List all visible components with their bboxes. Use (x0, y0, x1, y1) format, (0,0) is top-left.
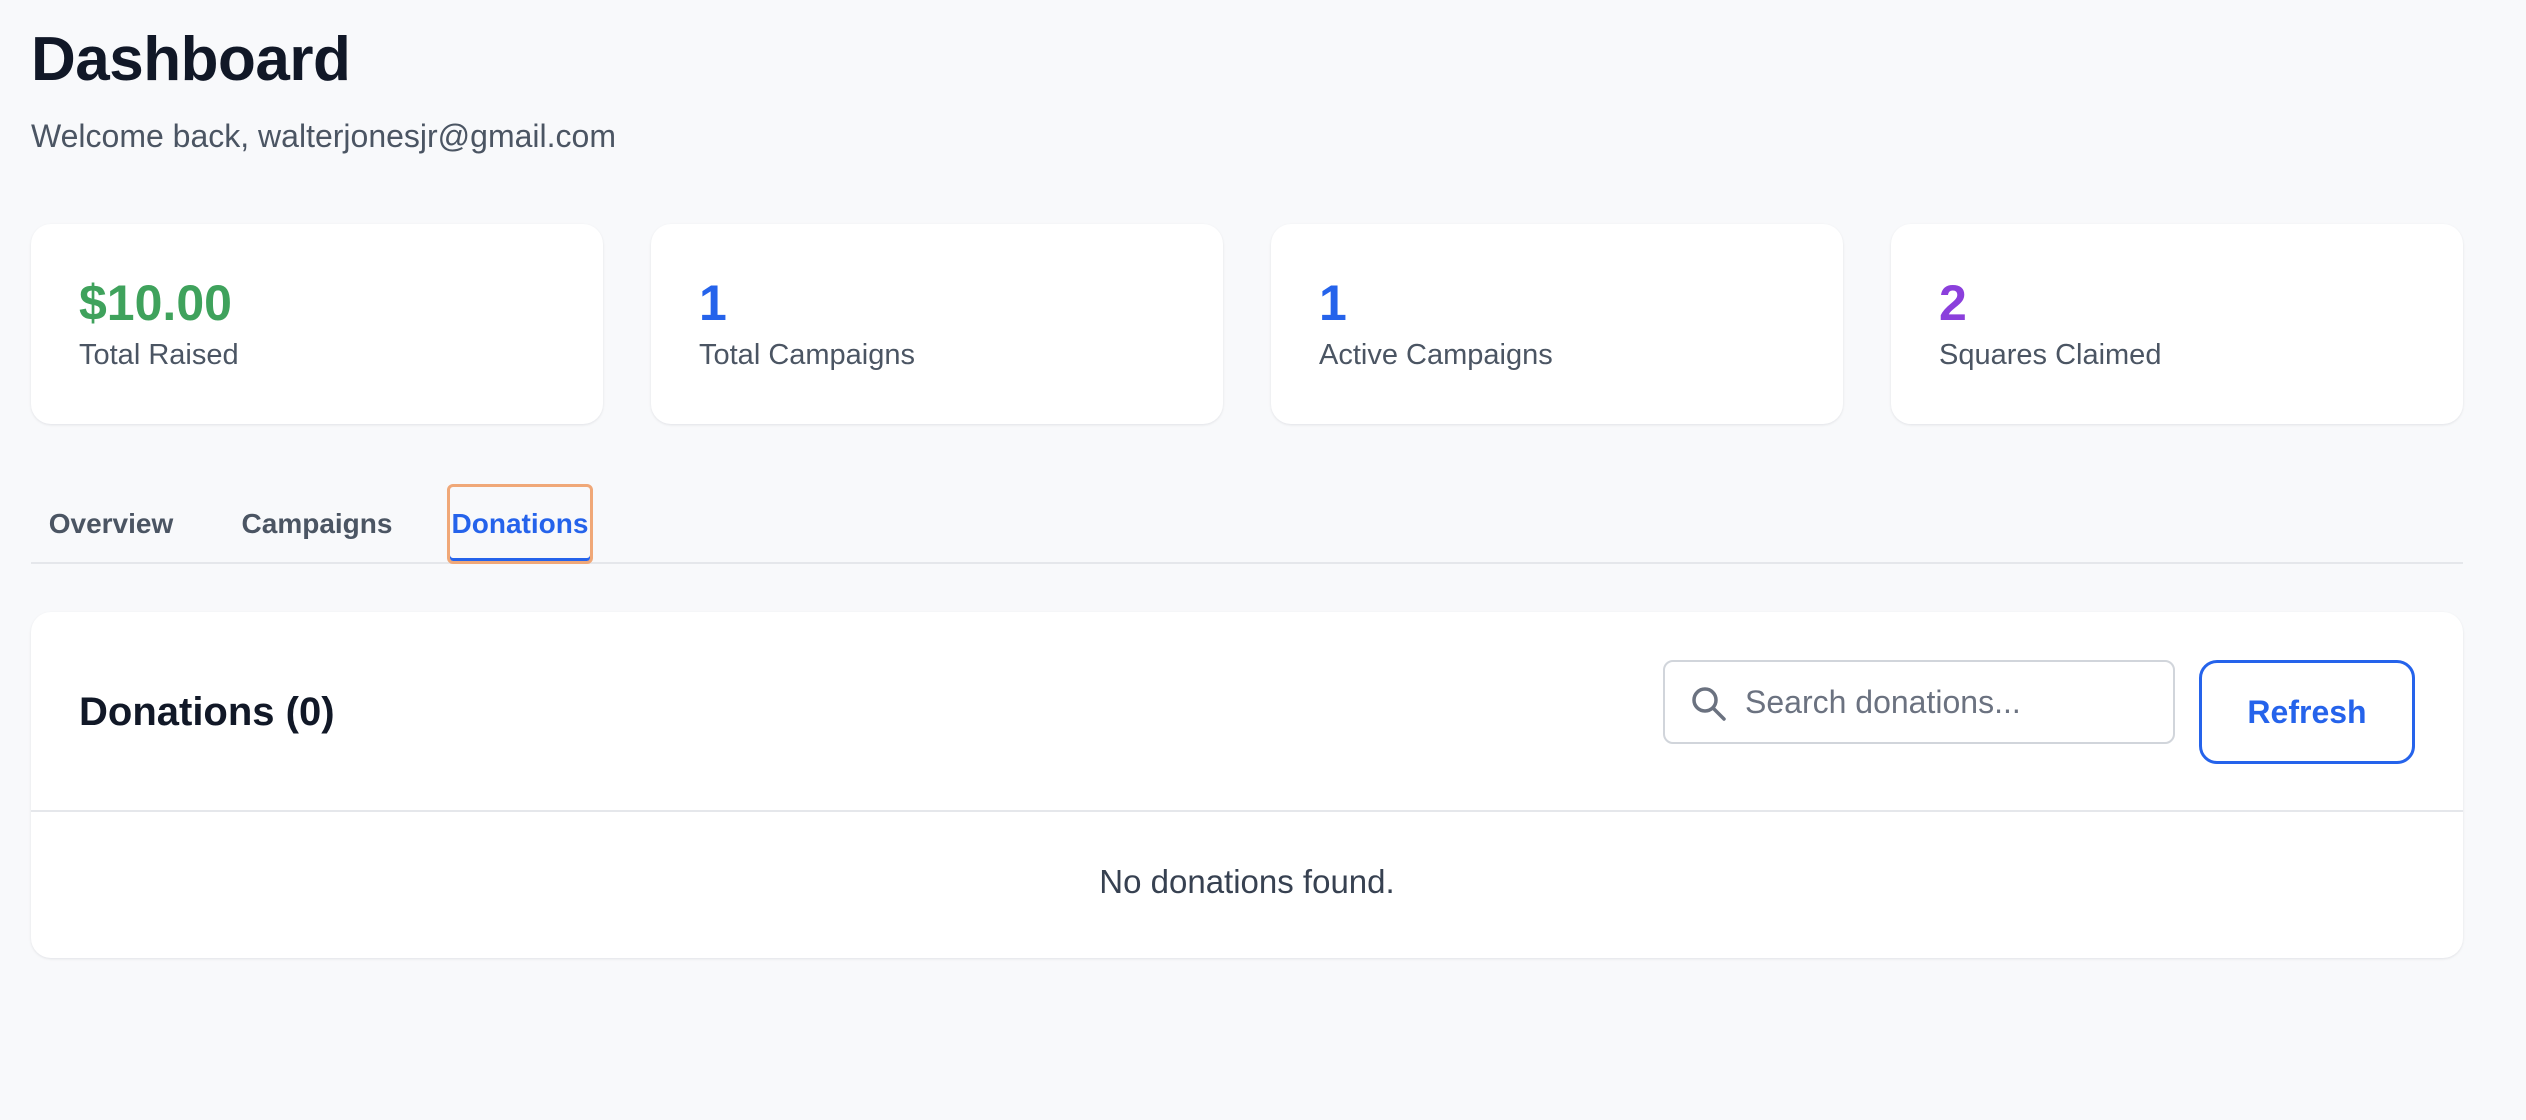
stat-value: 1 (1319, 275, 1347, 331)
stat-card-squares-claimed: 2 Squares Claimed (1891, 224, 2463, 424)
stat-value: 2 (1939, 275, 1967, 331)
stat-label: Squares Claimed (1939, 339, 2162, 371)
donations-title: Donations (0) (79, 690, 335, 734)
stat-value: 1 (699, 275, 727, 331)
search-input[interactable] (1745, 662, 2165, 742)
tab-donations[interactable]: Donations (447, 484, 593, 564)
empty-state-message: No donations found. (1099, 863, 1395, 900)
tab-campaigns[interactable]: Campaigns (227, 484, 407, 564)
stat-label: Active Campaigns (1319, 339, 1553, 371)
stat-value: $10.00 (79, 275, 232, 331)
stat-label: Total Campaigns (699, 339, 915, 371)
dashboard-page: Dashboard Welcome back, walterjonesjr@gm… (0, 0, 2526, 1120)
donations-panel-header: Donations (0) Refresh (31, 612, 2463, 812)
welcome-message: Welcome back, walterjonesjr@gmail.com (31, 118, 616, 154)
stat-card-total-raised: $10.00 Total Raised (31, 224, 603, 424)
donations-panel: Donations (0) Refresh No donations found… (31, 612, 2463, 958)
stat-card-active-campaigns: 1 Active Campaigns (1271, 224, 1843, 424)
tab-overview[interactable]: Overview (31, 484, 191, 564)
page-title: Dashboard (31, 25, 351, 94)
refresh-button[interactable]: Refresh (2199, 660, 2415, 764)
search-icon (1689, 684, 1729, 724)
stat-card-total-campaigns: 1 Total Campaigns (651, 224, 1223, 424)
stat-label: Total Raised (79, 339, 239, 371)
search-box[interactable] (1663, 660, 2175, 744)
tab-bar: Overview Campaigns Donations (31, 484, 2463, 564)
